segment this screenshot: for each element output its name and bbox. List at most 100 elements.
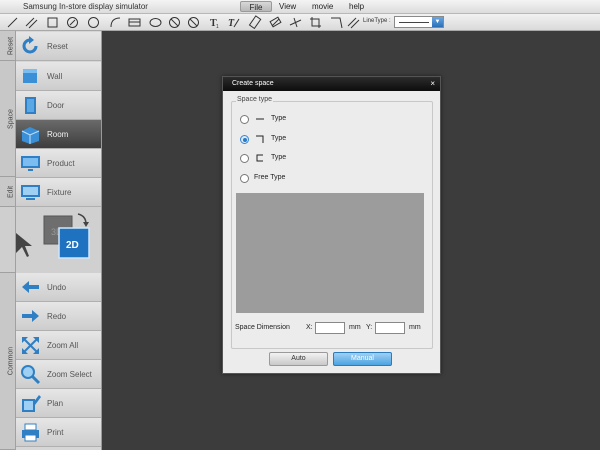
auto-button[interactable]: Auto <box>269 352 328 366</box>
x-dimension-input[interactable] <box>315 322 345 334</box>
cursor-icon <box>16 233 32 257</box>
sidebar-item-zoom-all[interactable]: Zoom All <box>16 331 101 360</box>
menu-file[interactable]: File <box>240 1 272 12</box>
app-title: Samsung In-store display simulator <box>23 2 148 11</box>
radio-button[interactable] <box>240 174 249 183</box>
undo-icon <box>20 277 41 298</box>
svg-text:1: 1 <box>216 24 219 30</box>
plan-icon <box>20 393 41 414</box>
sidebar-item-wall[interactable]: Wall <box>16 62 101 91</box>
tab-edit[interactable]: Edit <box>0 177 16 207</box>
dialog-title: Create space <box>232 80 274 87</box>
sidebar-item-product[interactable]: Product <box>16 149 101 178</box>
ellipse-tool-icon[interactable] <box>148 15 163 30</box>
sidebar-item-label: Fixture <box>47 188 72 197</box>
tab-spacer <box>0 207 16 273</box>
erase-tool-icon[interactable] <box>268 15 283 30</box>
double-line-tool-icon[interactable] <box>24 15 39 30</box>
title-bar: Samsung In-store display simulator File … <box>0 0 600 14</box>
sidebar-item-fixture[interactable]: Fixture <box>16 178 101 207</box>
radio-button[interactable] <box>240 154 249 163</box>
arc-tool-icon[interactable] <box>108 15 123 30</box>
sidebar-item-label: Zoom Select <box>47 370 92 379</box>
sidebar-item-label: Reset <box>47 42 68 51</box>
sidebar-item-label: Product <box>47 159 75 168</box>
dimension-label: Space Dimension <box>235 324 290 331</box>
left-panel: Reset Space Edit Common Reset Wall Door … <box>0 31 102 450</box>
sidebar-item-label: Redo <box>47 312 67 321</box>
space-type-option-u-shape[interactable]: Type <box>240 153 300 165</box>
sidebar-item-room[interactable]: Room <box>16 120 101 149</box>
box-tool-icon[interactable] <box>127 15 142 30</box>
dialog-title-bar: Create space × <box>223 77 440 91</box>
chevron-down-icon[interactable]: ▼ <box>432 17 443 27</box>
sidebar-item-door[interactable]: Door <box>16 91 101 120</box>
sidebar-item-label: Print <box>47 428 64 437</box>
linetype-select[interactable]: ▼ <box>394 16 444 28</box>
view-mode-graphic: 3D 2D <box>16 213 90 259</box>
close-icon[interactable]: × <box>430 79 435 88</box>
option-label: Type <box>271 154 287 161</box>
space-type-label: Space type <box>236 96 274 103</box>
parallel-line-tool-icon[interactable] <box>346 15 361 30</box>
l-corner-type-icon <box>256 135 264 143</box>
menu-help[interactable]: help <box>349 2 364 11</box>
y-label: Y: <box>366 324 373 331</box>
sidebar-item-zoom-select[interactable]: Zoom Select <box>16 360 101 389</box>
sidebar-item-undo[interactable]: Undo <box>16 273 101 302</box>
sidebar-item-label: Undo <box>47 283 67 292</box>
y-unit: mm <box>409 324 421 331</box>
space-type-option-l-corner[interactable]: Type <box>240 134 300 146</box>
door-icon <box>20 95 41 116</box>
print-icon <box>20 422 41 443</box>
sidebar-item-plan[interactable]: Plan <box>16 389 101 418</box>
linetype-label: LineType : <box>363 18 391 24</box>
reset-icon <box>20 36 41 57</box>
split-line-tool-icon[interactable] <box>288 15 303 30</box>
option-label: Free Type <box>254 174 286 181</box>
2d-label: 2D <box>66 240 79 251</box>
circle-check-tool-icon[interactable] <box>65 15 80 30</box>
space-dimension-row: Space Dimension X: mm Y: mm <box>235 322 435 334</box>
swap-arrow-head <box>83 222 89 227</box>
option-label: Type <box>271 115 287 122</box>
room-icon <box>20 124 41 145</box>
zoom-select-icon <box>20 364 41 385</box>
no-entry-alt-tool-icon[interactable] <box>186 15 201 30</box>
sidebar-item-redo[interactable]: Redo <box>16 302 101 331</box>
circle-tool-icon[interactable] <box>86 15 101 30</box>
sidebar-item-label: Wall <box>47 72 63 81</box>
sidebar-item-label: Zoom All <box>47 341 79 350</box>
sidebar-item-label: Room <box>47 130 69 139</box>
sidebar-item-label: Plan <box>47 399 64 408</box>
radio-button[interactable] <box>240 115 249 124</box>
text-edit-tool-icon[interactable]: T <box>226 15 241 30</box>
radio-button-checked[interactable] <box>240 135 249 144</box>
svg-text:T: T <box>228 18 235 29</box>
tab-reset[interactable]: Reset <box>0 31 16 61</box>
menu-movie[interactable]: movie <box>312 2 333 11</box>
space-type-option-free[interactable]: Free Type <box>240 173 300 185</box>
y-dimension-input[interactable] <box>375 322 405 334</box>
u-shape-type-icon <box>256 154 263 162</box>
linetype-preview <box>399 22 429 23</box>
no-entry-tool-icon[interactable] <box>167 15 182 30</box>
sidebar-item-print[interactable]: Print <box>16 418 101 447</box>
x-label: X: <box>306 324 313 331</box>
view-mode-area: 3D 2D <box>16 207 101 273</box>
tab-space[interactable]: Space <box>0 61 16 177</box>
tab-common[interactable]: Common <box>0 273 16 450</box>
sidebar-item-label: Door <box>47 101 65 110</box>
menu-view[interactable]: View <box>279 2 296 11</box>
sidebar-item-reset[interactable]: Reset <box>16 32 101 61</box>
corner-tool-icon[interactable] <box>329 15 344 30</box>
space-type-option-straight[interactable]: Type <box>240 114 300 126</box>
toolbar: T1 T LineType : ▼ <box>0 14 600 31</box>
text-tool-icon[interactable]: T1 <box>207 15 222 30</box>
straight-line-type-icon <box>256 118 264 120</box>
rectangle-tool-icon[interactable] <box>45 15 60 30</box>
manual-button[interactable]: Manual <box>333 352 392 366</box>
ruler-tool-icon[interactable] <box>248 15 263 30</box>
product-icon <box>20 153 41 174</box>
crop-tool-icon[interactable] <box>308 15 323 30</box>
